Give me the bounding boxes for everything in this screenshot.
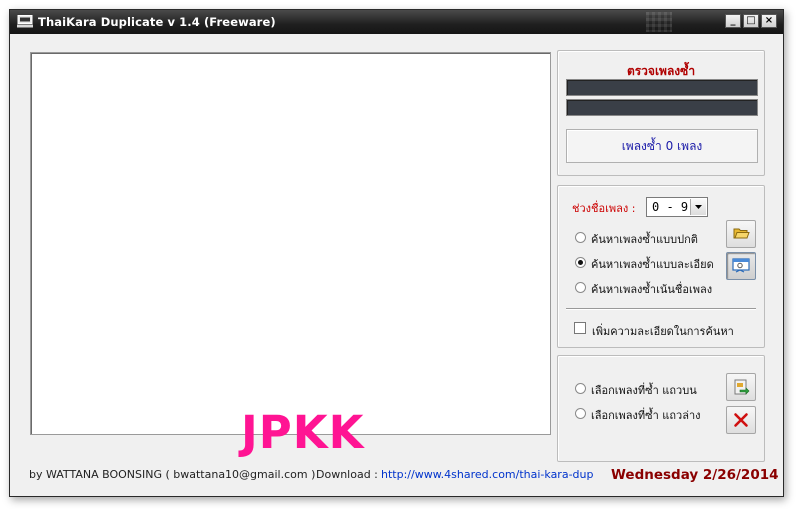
- title-bar[interactable]: ThaiKara Duplicate v 1.4 (Freeware) _ □ …: [10, 10, 783, 34]
- radio-select-top-row[interactable]: [575, 383, 586, 394]
- radio-select-bottom-row[interactable]: [575, 408, 586, 419]
- scan-button[interactable]: [726, 252, 756, 280]
- radio-detailed-search[interactable]: [575, 257, 586, 268]
- folder-open-icon: [733, 228, 750, 239]
- delete-button[interactable]: [726, 406, 756, 434]
- radio-name-search[interactable]: [575, 282, 586, 293]
- search-panel-divider: [566, 308, 756, 310]
- progress-bar-bottom: [566, 99, 758, 116]
- search-panel: ช่วงชื่อเพลง : 0 - 9 ค้นหาเพลงซ้ำแบบปกติ…: [557, 185, 765, 348]
- download-label: Download :: [316, 468, 378, 481]
- main-window: ThaiKara Duplicate v 1.4 (Freeware) _ □ …: [9, 9, 784, 497]
- option-name-label: ค้นหาเพลงซ้ำเน้นชื่อเพลง: [591, 283, 713, 296]
- progress-bar-top: [566, 79, 758, 96]
- karaoke-app-icon: [17, 15, 33, 28]
- open-folder-button[interactable]: [726, 220, 756, 248]
- window-title: ThaiKara Duplicate v 1.4 (Freeware): [38, 15, 276, 29]
- option-normal-label: ค้นหาเพลงซ้ำแบบปกติ: [591, 233, 698, 246]
- maximize-button[interactable]: □: [743, 14, 759, 28]
- detail-checkbox[interactable]: [574, 322, 586, 334]
- option-detailed-label: ค้นหาเพลงซ้ำแบบละเอียด: [591, 258, 714, 271]
- minimize-button[interactable]: _: [725, 14, 741, 28]
- scan-panel: ตรวจเพลงซ้ำ เพลงซ้ำ 0 เพลง: [557, 50, 765, 176]
- range-select-value: 0 - 9: [652, 200, 689, 214]
- watermark-text: JPKK: [241, 406, 365, 459]
- apply-selection-button[interactable]: [726, 373, 756, 401]
- chevron-down-icon[interactable]: [690, 199, 706, 215]
- close-button[interactable]: ×: [761, 14, 777, 28]
- select-top-row-label: เลือกเพลงที่ซ้ำ แถวบน: [591, 384, 697, 397]
- titlebar-decoration: [646, 12, 672, 32]
- range-select[interactable]: 0 - 9: [646, 197, 708, 217]
- select-bottom-row-label: เลือกเพลงที่ซ้ำ แถวล่าง: [591, 409, 701, 422]
- duplicate-count: เพลงซ้ำ 0 เพลง: [566, 129, 758, 163]
- select-panel: เลือกเพลงที่ซ้ำ แถวบน เลือกเพลงที่ซ้ำ แถ…: [557, 355, 765, 462]
- red-x-icon: [734, 413, 748, 427]
- author-credit: by WATTANA BOONSING ( bwattana10@gmail.c…: [29, 468, 316, 481]
- current-date: Wednesday 2/26/2014: [611, 467, 779, 483]
- song-list[interactable]: [30, 52, 551, 435]
- download-link[interactable]: http://www.4shared.com/thai-kara-dup: [381, 468, 593, 481]
- search-window-icon: [732, 258, 750, 273]
- range-label: ช่วงชื่อเพลง :: [572, 202, 636, 215]
- detail-checkbox-label: เพิ่มความละเอียดในการค้นหา: [592, 325, 734, 338]
- radio-normal-search[interactable]: [575, 232, 586, 243]
- document-arrow-icon: [734, 379, 750, 395]
